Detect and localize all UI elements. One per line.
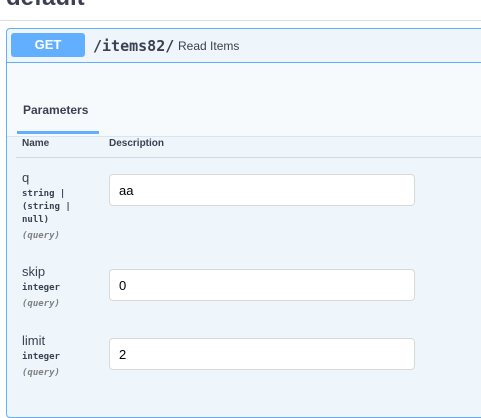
operation-summary-text[interactable]: Read Items [178,38,239,54]
parameter-name: limit [22,333,46,348]
parameter-name: q [22,170,30,185]
parameter-q-input[interactable] [109,174,415,206]
operation-path[interactable]: /items82/ [93,36,174,56]
column-header-description: Description [109,138,165,149]
tab-parameters[interactable]: Parameters [17,101,94,119]
parameter-type: integer [22,283,60,293]
parameter-type: string | (string | null) [22,189,71,225]
parameter-name: skip [22,264,46,279]
parameter-limit-input[interactable] [109,338,415,370]
column-header-divider [16,157,481,158]
tab-active-indicator [17,131,99,134]
parameter-location: (query) [22,299,60,309]
parameter-q: q string | (string | null) (query) [22,171,71,243]
parameter-type: integer [22,352,60,362]
parameter-skip: skip integer (query) [22,265,60,311]
column-header-name: Name [22,138,50,149]
tag-heading[interactable]: default [6,0,85,10]
parameters-header: Parameters [7,63,481,137]
parameter-limit: limit integer (query) [22,334,60,380]
parameter-location: (query) [22,231,60,241]
http-method-badge[interactable]: GET [11,33,85,57]
operation-summary[interactable]: GET /items82/ Read Items [7,29,481,63]
parameter-skip-input[interactable] [109,269,415,301]
parameter-location: (query) [22,368,60,378]
tag-divider [0,20,481,21]
